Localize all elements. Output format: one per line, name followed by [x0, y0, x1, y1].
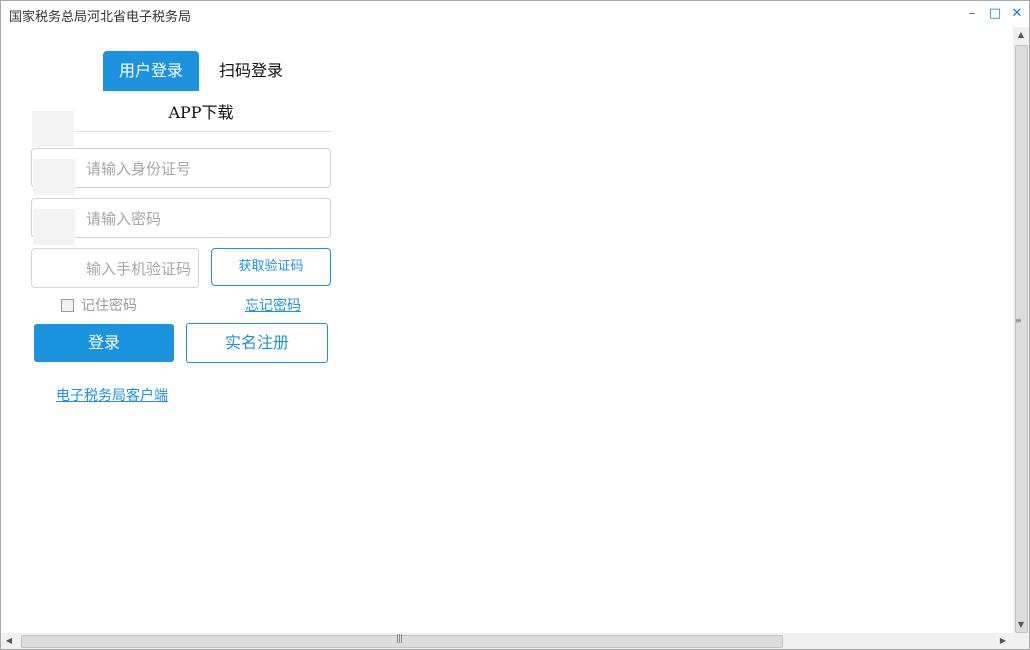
app-download-link[interactable]: APP下载 [151, 99, 251, 123]
scrollbar-corner [1013, 633, 1029, 649]
register-button[interactable]: 实名注册 [186, 323, 328, 363]
sms-code-input[interactable] [84, 249, 198, 289]
minimize-icon[interactable]: – [963, 5, 981, 23]
scroll-up-icon[interactable]: ▲ [1013, 27, 1029, 43]
id-icon-placeholder [32, 111, 74, 147]
tab-user-login[interactable]: 用户登录 [103, 51, 199, 91]
remember-password-label: 记住密码 [81, 298, 137, 314]
id-number-field[interactable] [31, 148, 331, 195]
scroll-down-icon[interactable]: ▼ [1013, 617, 1029, 633]
divider [75, 131, 331, 132]
title-bar: 国家税务总局河北省电子税务局 – □ ✕ [1, 1, 1029, 27]
vertical-scrollbar[interactable]: ▲ ≡ ▼ [1013, 27, 1029, 633]
id-field-icon [33, 159, 75, 195]
password-input[interactable] [84, 199, 328, 239]
horizontal-scrollbar[interactable]: ◀ ||| ▶ [1, 633, 1013, 649]
maximize-icon[interactable]: □ [986, 5, 1004, 23]
id-number-input[interactable] [84, 149, 328, 189]
scroll-left-icon[interactable]: ◀ [1, 633, 17, 649]
login-button[interactable]: 登录 [34, 324, 174, 362]
remember-password-checkbox[interactable] [61, 298, 74, 312]
client-download-link[interactable]: 电子税务局客户端 [56, 385, 168, 405]
window-title: 国家税务总局河北省电子税务局 [9, 10, 192, 25]
close-icon[interactable]: ✕ [1008, 5, 1026, 23]
password-field[interactable] [31, 198, 331, 245]
vertical-scroll-thumb[interactable] [1015, 45, 1028, 633]
remember-password: 记住密码 [61, 295, 137, 315]
vertical-grip-icon: ≡ [1015, 316, 1022, 325]
scroll-right-icon[interactable]: ▶ [995, 633, 1011, 649]
get-sms-code-button[interactable]: 获取验证码 [211, 248, 331, 286]
forgot-password-link[interactable]: 忘记密码 [245, 295, 301, 315]
browser-window: 国家税务总局河北省电子税务局 – □ ✕ 用户登录 扫码登录 APP下载 获取验… [0, 0, 1030, 650]
tab-qr-login[interactable]: 扫码登录 [207, 51, 295, 91]
horizontal-grip-icon: ||| [396, 634, 403, 644]
password-field-icon [33, 209, 75, 245]
sms-code-field[interactable] [31, 248, 199, 289]
